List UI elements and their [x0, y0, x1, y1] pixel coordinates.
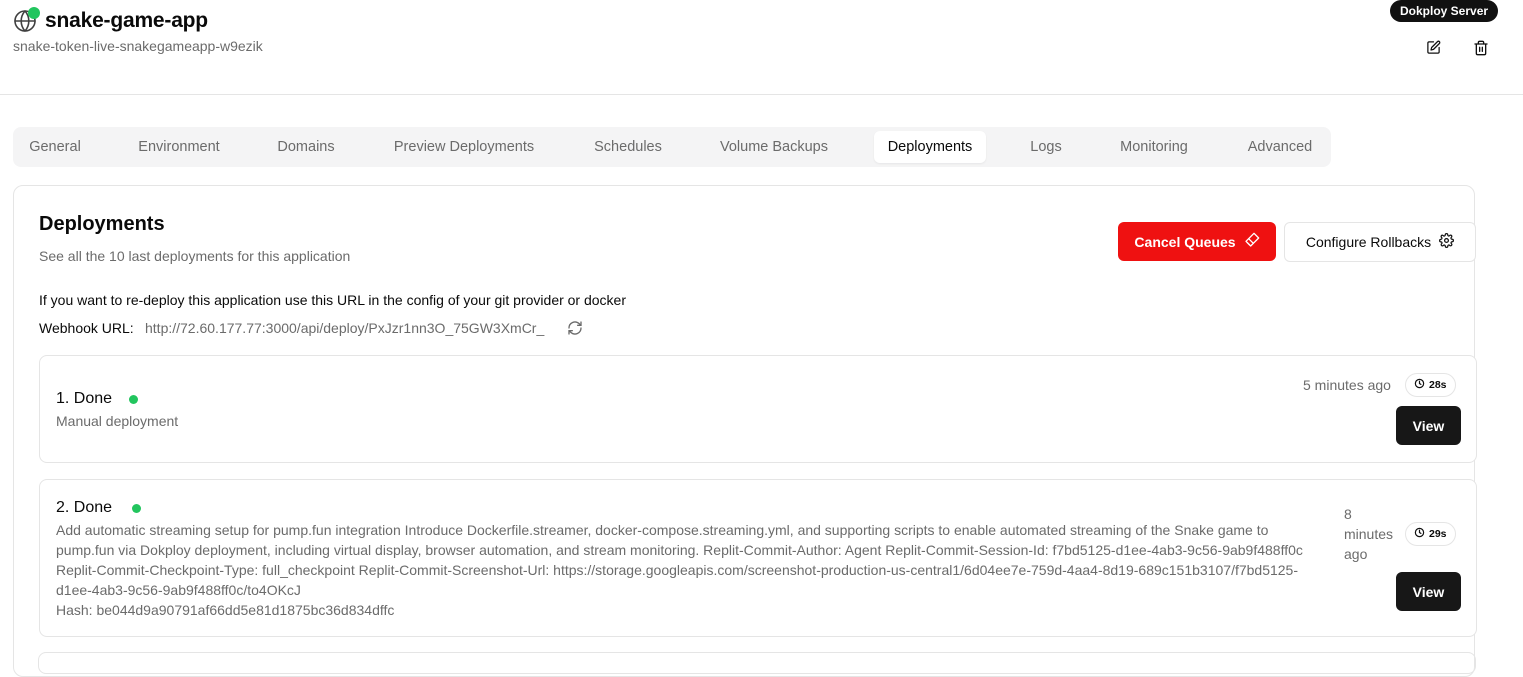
edit-button[interactable]: [1421, 38, 1445, 62]
tab-bar: General Environment Domains Preview Depl…: [13, 127, 1331, 167]
deployments-panel: Deployments See all the 10 last deployme…: [13, 185, 1477, 677]
server-badge: Dokploy Server: [1390, 0, 1499, 22]
gear-icon: [1439, 233, 1455, 251]
tab-preview-deployments[interactable]: Preview Deployments: [379, 131, 549, 163]
paintbrush-icon: [1244, 232, 1260, 251]
status-dot: [129, 395, 138, 404]
deployment-hash: Hash: be044d9a90791af66dd5e81d1875bc36d8…: [56, 602, 395, 618]
duration-badge: 29s: [1405, 522, 1456, 546]
webhook-url[interactable]: http://72.60.177.77:3000/api/deploy/PxJz…: [145, 320, 544, 336]
tab-logs[interactable]: Logs: [1018, 131, 1074, 163]
webhook-label: Webhook URL:: [39, 320, 134, 336]
deployment-time-ago: 5 minutes ago: [1303, 377, 1391, 393]
duration-badge: 28s: [1405, 373, 1456, 397]
configure-rollbacks-label: Configure Rollbacks: [1305, 234, 1432, 250]
duration-value: 28s: [1429, 379, 1447, 391]
tab-environment[interactable]: Environment: [125, 131, 233, 163]
app-status-dot: [28, 7, 40, 19]
deployment-card: 1. Done Manual deployment 5 minutes ago …: [39, 355, 1477, 463]
deployment-status: 2. Done: [56, 499, 113, 516]
view-button[interactable]: View: [1396, 572, 1461, 611]
app-title: snake-game-app: [45, 9, 208, 32]
cancel-queues-label: Cancel Queues: [1134, 233, 1236, 250]
app-header: snake-game-app snake-token-live-snakegam…: [0, 0, 1523, 95]
deployment-description: Manual deployment: [56, 413, 179, 429]
deployment-card-partial: [38, 652, 1476, 674]
view-button[interactable]: View: [1396, 406, 1461, 445]
app-subtitle: snake-token-live-snakegameapp-w9ezik: [13, 38, 263, 54]
clock-icon: [1414, 527, 1425, 541]
redeploy-info-text: If you want to re-deploy this applicatio…: [39, 292, 627, 308]
trash-icon: [1473, 40, 1489, 61]
deployment-status: 1. Done: [56, 390, 113, 407]
tab-advanced[interactable]: Advanced: [1234, 131, 1326, 163]
deployment-card: 2. Done Add automatic streaming setup fo…: [39, 479, 1477, 637]
refresh-icon[interactable]: [567, 320, 584, 337]
edit-icon: [1426, 40, 1441, 60]
clock-icon: [1414, 378, 1425, 392]
tab-monitoring[interactable]: Monitoring: [1106, 131, 1202, 163]
deployment-time-ago: 8 minutes ago: [1344, 506, 1394, 562]
status-dot: [132, 504, 141, 513]
deployment-description: Add automatic streaming setup for pump.f…: [56, 522, 1303, 598]
tab-domains[interactable]: Domains: [265, 131, 347, 163]
configure-rollbacks-button[interactable]: Configure Rollbacks: [1284, 222, 1476, 262]
tab-general[interactable]: General: [17, 131, 93, 163]
tab-schedules[interactable]: Schedules: [581, 131, 675, 163]
cancel-queues-button[interactable]: Cancel Queues: [1118, 222, 1276, 261]
tab-deployments[interactable]: Deployments: [874, 131, 986, 163]
duration-value: 29s: [1429, 528, 1447, 540]
panel-title: Deployments: [39, 213, 165, 235]
panel-description: See all the 10 last deployments for this…: [39, 248, 351, 264]
delete-button[interactable]: [1469, 38, 1493, 62]
tab-volume-backups[interactable]: Volume Backups: [707, 131, 841, 163]
